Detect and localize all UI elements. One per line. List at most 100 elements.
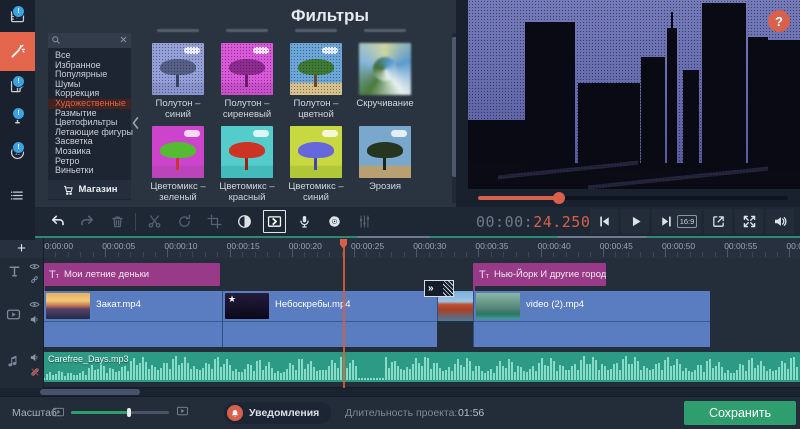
eye-icon[interactable] bbox=[29, 300, 40, 309]
clip-thumbnail bbox=[46, 293, 90, 319]
ruler-tick bbox=[752, 252, 753, 257]
ruler-label: 00:01:00 bbox=[786, 241, 800, 251]
playhead-line[interactable] bbox=[343, 240, 345, 388]
clip-thumbnail: ★ bbox=[225, 293, 269, 319]
filter-label: Цветомикс – зеленый bbox=[144, 181, 212, 203]
fullscreen-button[interactable] bbox=[735, 209, 763, 234]
filter-item[interactable]: Цветомикс – красный bbox=[213, 126, 281, 203]
close-icon[interactable] bbox=[119, 35, 128, 44]
aspect-ratio-button[interactable]: 16:9 bbox=[673, 209, 701, 234]
magic-wand-icon bbox=[9, 43, 26, 60]
filter-item[interactable]: Скручивание bbox=[351, 43, 419, 109]
search-input[interactable] bbox=[48, 33, 131, 48]
add-track-button[interactable]: + bbox=[0, 238, 44, 258]
collapse-panel-button[interactable] bbox=[131, 110, 141, 136]
skip-forward-icon bbox=[658, 213, 675, 230]
color-adjustments-button[interactable] bbox=[229, 207, 259, 236]
ruler-tick bbox=[578, 252, 579, 257]
link-broken-icon[interactable] bbox=[29, 366, 41, 378]
crop-button[interactable] bbox=[199, 207, 229, 236]
save-button[interactable]: Сохранить bbox=[684, 401, 796, 425]
seek-handle[interactable] bbox=[553, 192, 565, 204]
skip-back-icon bbox=[596, 213, 613, 230]
link-icon[interactable] bbox=[29, 274, 40, 285]
timeline-zoom-slider[interactable] bbox=[71, 411, 169, 414]
tree-shape bbox=[298, 59, 334, 75]
title-clip[interactable]: TтМои летние деньки bbox=[43, 263, 220, 286]
filter-item[interactable]: Эрозия bbox=[351, 126, 419, 192]
title-clip[interactable]: TтНью-Йорк И другие города. bbox=[473, 263, 606, 286]
title-clip-label: Нью-Йорк И другие города. bbox=[494, 269, 606, 280]
sidebar-item-transitions[interactable]: ! bbox=[0, 72, 35, 100]
clipped-label-above bbox=[364, 29, 406, 32]
audio-levels-button[interactable] bbox=[349, 207, 379, 236]
help-button[interactable]: ? bbox=[768, 10, 790, 32]
filter-star-badge: ★ bbox=[228, 294, 236, 305]
store-button[interactable]: Магазин bbox=[48, 180, 131, 199]
ruler-tick bbox=[765, 252, 766, 257]
sidebar-item-titles[interactable]: ! bbox=[0, 103, 35, 134]
play-button[interactable] bbox=[621, 209, 649, 234]
audio-clip[interactable]: Carefree_Days.mp3 bbox=[43, 352, 800, 382]
titles-icon: ! bbox=[9, 110, 26, 127]
ruler-label: 00:00:00 bbox=[40, 241, 73, 251]
ruler-tick bbox=[180, 252, 181, 257]
video-clip[interactable]: Закат.mp4 bbox=[43, 291, 222, 347]
category-item[interactable]: Виньетки bbox=[48, 166, 131, 176]
previous-frame-button[interactable] bbox=[590, 209, 618, 234]
rotate-button[interactable] bbox=[169, 207, 199, 236]
filter-item[interactable]: Полутон – сиреневый bbox=[213, 43, 281, 120]
sidebar-item-import-media[interactable]: ! bbox=[0, 2, 35, 30]
player-options: 16:9 bbox=[673, 209, 794, 234]
filter-item[interactable]: Полутон – синий bbox=[144, 43, 212, 120]
filter-thumbnail bbox=[290, 126, 342, 178]
clip-properties-button[interactable] bbox=[319, 207, 349, 236]
rotate-icon bbox=[176, 213, 193, 230]
delete-button[interactable] bbox=[102, 207, 132, 236]
titles-clip-icon-sub: т bbox=[56, 273, 59, 280]
video-clip[interactable]: video (2).mp4 bbox=[473, 291, 710, 347]
detach-icon bbox=[710, 213, 727, 230]
notifications-button[interactable]: Уведомления bbox=[224, 402, 331, 424]
ruler-label: 00:00:35 bbox=[475, 241, 508, 251]
filter-item[interactable]: Полутон – цветной bbox=[282, 43, 350, 120]
titles-clip-icon: Tт bbox=[49, 269, 59, 281]
slide-transition-button[interactable] bbox=[259, 207, 289, 236]
cart-icon bbox=[62, 184, 75, 196]
ruler-tick bbox=[653, 252, 654, 257]
filter-item[interactable]: Цветомикс – синий bbox=[282, 126, 350, 203]
cut-button[interactable] bbox=[139, 207, 169, 236]
seek-progress bbox=[478, 196, 559, 200]
speaker-icon[interactable] bbox=[29, 352, 40, 363]
audio-clip-name: Carefree_Days.mp3 bbox=[48, 354, 129, 364]
record-audio-button[interactable] bbox=[289, 207, 319, 236]
contrast-icon bbox=[236, 213, 253, 230]
volume-button[interactable] bbox=[766, 209, 794, 234]
ruler-tick bbox=[553, 252, 554, 257]
video-clip[interactable]: ★Небоскребы.mp4 bbox=[222, 291, 437, 347]
notification-badge: ! bbox=[12, 75, 25, 88]
eye-icon[interactable] bbox=[29, 262, 40, 271]
sidebar-item-filters[interactable] bbox=[0, 32, 35, 71]
bell-icon bbox=[227, 405, 243, 421]
speaker-icon[interactable] bbox=[29, 314, 40, 325]
seek-bar[interactable] bbox=[478, 196, 788, 200]
undo-button[interactable] bbox=[42, 207, 72, 236]
filter-thumbnail bbox=[152, 43, 204, 95]
filter-label: Цветомикс – синий bbox=[282, 181, 350, 203]
project-duration-label: Длительность проекта: bbox=[345, 407, 457, 419]
toolbar-separator bbox=[135, 213, 136, 231]
ruler-tick bbox=[255, 252, 256, 257]
timeline-scrollbar[interactable] bbox=[0, 388, 800, 396]
small-clip-icon bbox=[52, 407, 65, 417]
filter-item[interactable]: Цветомикс – зеленый bbox=[144, 126, 212, 203]
cloud-shape bbox=[322, 130, 338, 137]
time-ruler[interactable]: 00:00:0000:00:0500:00:1000:00:1500:00:20… bbox=[0, 238, 800, 259]
sidebar-item-more-tools[interactable] bbox=[0, 181, 35, 209]
timeline: 00:00:0000:00:0500:00:1000:00:1500:00:20… bbox=[0, 238, 800, 396]
sidebar-item-stickers[interactable]: ! bbox=[0, 136, 35, 169]
ruler-tick bbox=[379, 252, 380, 257]
transition-clip[interactable]: » bbox=[424, 280, 454, 297]
detach-player-button[interactable] bbox=[704, 209, 732, 234]
redo-button[interactable] bbox=[72, 207, 102, 236]
